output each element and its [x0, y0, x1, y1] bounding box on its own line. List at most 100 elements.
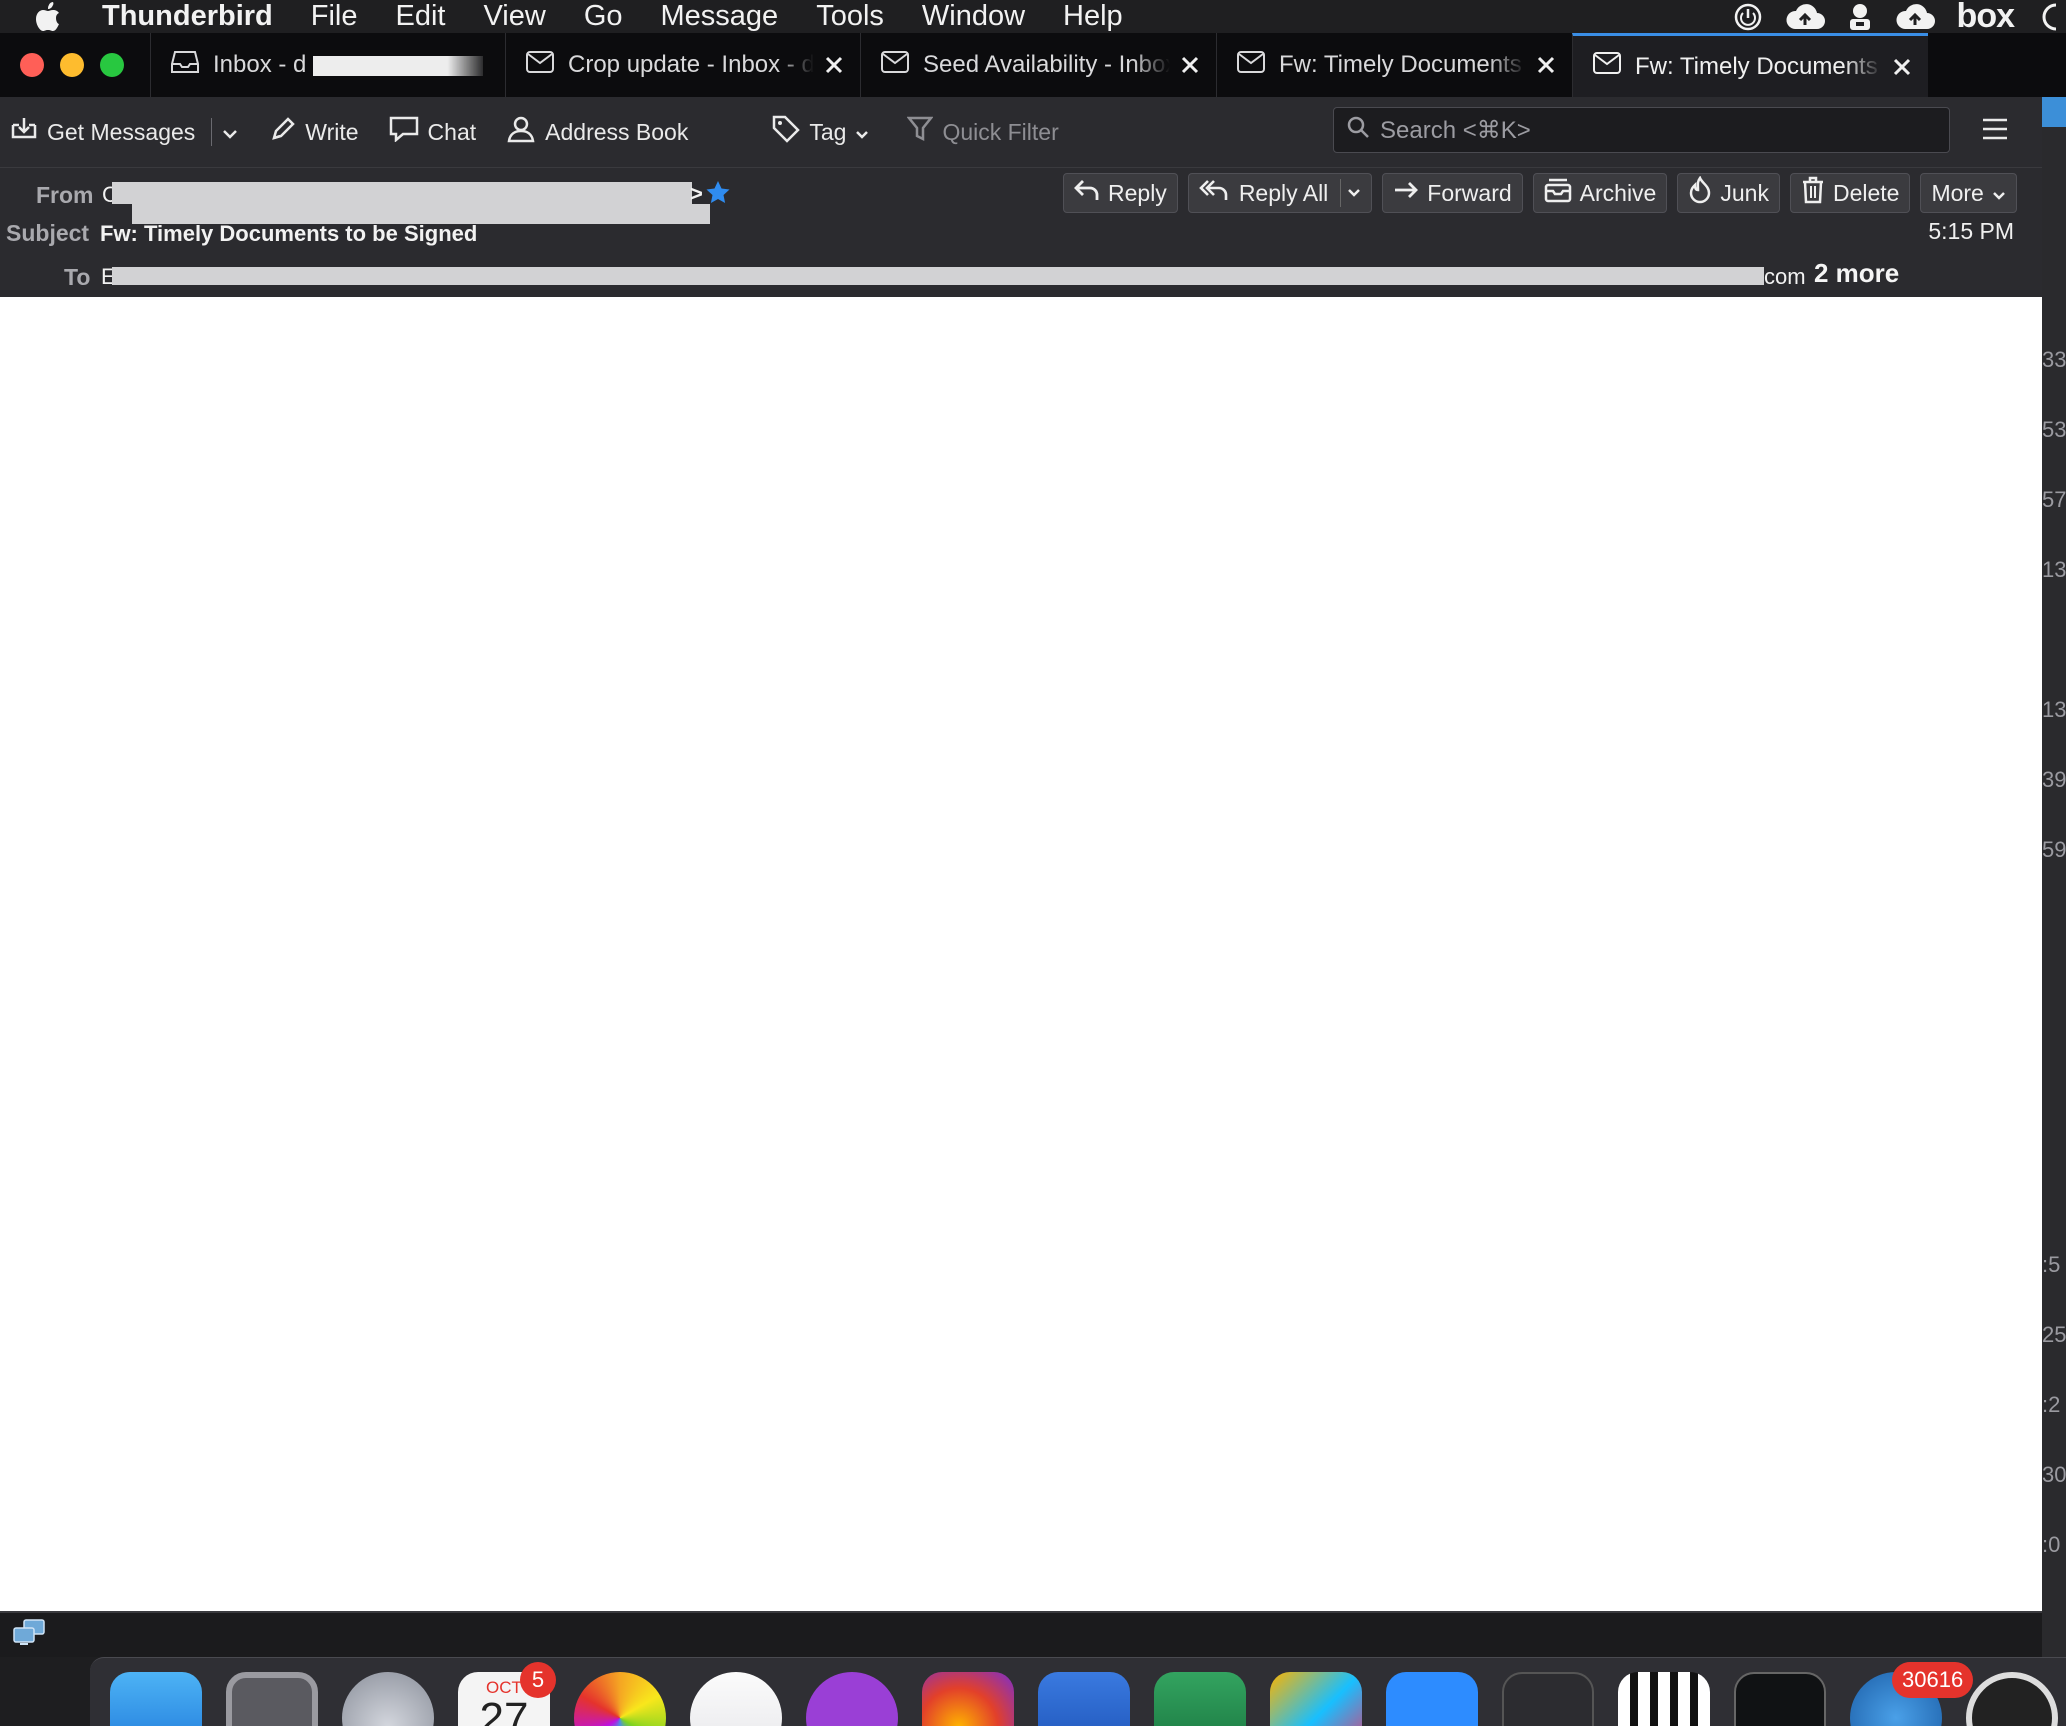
background-fragment: :5	[2042, 1252, 2061, 1277]
tab-timely-documents-1[interactable]: Fw: Timely Documents	[1216, 33, 1572, 97]
menu-tools[interactable]: Tools	[816, 0, 884, 33]
background-fragment: 25	[2042, 1322, 2066, 1347]
more-label: More	[1931, 179, 1984, 206]
background-fragment: 33	[2042, 347, 2066, 372]
firefox-icon[interactable]	[922, 1672, 1014, 1726]
delete-label: Delete	[1832, 179, 1900, 206]
to-suffix: com	[1764, 264, 1806, 289]
menu-app-name[interactable]: Thunderbird	[102, 0, 273, 33]
menubar-status-area: box	[1733, 0, 2066, 36]
reply-all-button[interactable]: Reply All	[1187, 173, 1373, 213]
cloud-upload-2-icon[interactable]	[1895, 3, 1935, 31]
box-logo[interactable]: box	[1957, 0, 2015, 36]
chat-button[interactable]: Chat	[377, 110, 489, 154]
quick-filter-button[interactable]: Quick Filter	[895, 110, 1070, 154]
subject-label: Subject	[6, 220, 90, 246]
menu-file[interactable]: File	[311, 0, 358, 33]
close-window-button[interactable]	[20, 53, 44, 77]
partial-status-icon[interactable]	[2036, 2, 2056, 32]
power-app-icon[interactable]	[1966, 1672, 2058, 1726]
music-icon[interactable]	[690, 1672, 782, 1726]
subject-value: Fw: Timely Documents to be Signed	[100, 221, 478, 246]
reply-button[interactable]: Reply	[1063, 173, 1178, 213]
launchpad-icon[interactable]	[342, 1672, 434, 1726]
chat-bubble-icon	[389, 116, 419, 148]
archive-button[interactable]: Archive	[1532, 173, 1668, 213]
junk-button[interactable]: Junk	[1677, 173, 1780, 213]
power-icon[interactable]	[1733, 2, 1763, 32]
excel-icon[interactable]	[1154, 1672, 1246, 1726]
calendar-day: 27	[479, 1694, 529, 1726]
forward-arrow-icon	[1393, 179, 1419, 207]
background-fragment: 30	[2042, 1462, 2066, 1487]
menu-view[interactable]: View	[483, 0, 545, 33]
activity-monitor-icon[interactable]	[1734, 1672, 1826, 1726]
background-fragment: 39	[2042, 767, 2066, 792]
cloud-upload-icon[interactable]	[1785, 3, 1825, 31]
address-book-button[interactable]: Address Book	[494, 110, 700, 154]
from-label: From	[36, 182, 94, 208]
redacted-sender-overflow	[132, 204, 710, 224]
activity-graph-icon[interactable]	[1502, 1672, 1594, 1726]
menu-message[interactable]: Message	[661, 0, 779, 33]
lock-person-icon[interactable]	[1847, 2, 1873, 32]
tab-timely-documents-active[interactable]: Fw: Timely Documents	[1572, 33, 1928, 97]
close-icon[interactable]	[1180, 55, 1200, 75]
tag-button[interactable]: Tag	[760, 110, 881, 154]
zoom-icon[interactable]	[1386, 1672, 1478, 1726]
finder-icon[interactable]	[110, 1672, 202, 1726]
close-icon[interactable]	[1536, 55, 1556, 75]
search-icon	[1346, 115, 1370, 146]
get-messages-button[interactable]: Get Messages	[0, 110, 207, 154]
background-fragment: 13	[2042, 697, 2066, 722]
get-messages-dropdown[interactable]	[216, 110, 244, 154]
tag-icon	[772, 115, 801, 149]
word-icon[interactable]	[1038, 1672, 1130, 1726]
apple-icon[interactable]	[18, 1, 78, 32]
online-status-icon[interactable]	[12, 1618, 46, 1653]
main-toolbar: Get Messages Write Chat Address Book Tag	[0, 97, 2042, 167]
background-fragment: 53	[2042, 417, 2066, 442]
reply-arrow-icon	[1074, 178, 1100, 208]
message-body[interactable]	[0, 297, 2042, 1611]
message-header: From C > Subject Fw: Timely Documents to…	[0, 167, 2042, 297]
airtable-icon[interactable]	[1270, 1672, 1362, 1726]
message-actions: Reply Reply All Forward Archive Junk Del…	[1063, 173, 2017, 213]
zoom-window-button[interactable]	[100, 53, 124, 77]
search-input[interactable]: Search <⌘K>	[1333, 107, 1950, 153]
system-preferences-icon[interactable]	[226, 1672, 318, 1726]
photos-icon[interactable]	[574, 1672, 666, 1726]
close-icon[interactable]	[824, 55, 844, 75]
menu-help[interactable]: Help	[1063, 0, 1123, 33]
qr-code-icon[interactable]	[1618, 1672, 1710, 1726]
reply-all-arrow-icon	[1198, 178, 1231, 208]
background-fragment: 57	[2042, 487, 2066, 512]
minimize-window-button[interactable]	[60, 53, 84, 77]
menu-edit[interactable]: Edit	[396, 0, 446, 33]
menu-window[interactable]: Window	[922, 0, 1025, 33]
quick-filter-label: Quick Filter	[942, 118, 1059, 145]
delete-button[interactable]: Delete	[1789, 173, 1911, 213]
close-icon[interactable]	[1892, 57, 1912, 77]
get-messages-label: Get Messages	[47, 118, 196, 145]
tab-inbox[interactable]: Inbox - d	[150, 33, 505, 97]
app-menu-icon[interactable]	[1982, 117, 2008, 141]
menu-go[interactable]: Go	[584, 0, 623, 33]
tab-seed-availability[interactable]: Seed Availability - Inbox	[860, 33, 1216, 97]
podcasts-icon[interactable]	[806, 1672, 898, 1726]
write-button[interactable]: Write	[258, 110, 370, 154]
background-window-strip: 33 53 57 13 13 39 59 :5 25 :2 30 :0	[2042, 97, 2066, 1657]
background-fragment: 59	[2042, 837, 2066, 862]
reply-label: Reply	[1108, 179, 1167, 206]
dock: OCT 27 5 30616	[90, 1657, 2066, 1726]
background-fragment: :2	[2042, 1392, 2061, 1417]
tab-crop-update[interactable]: Crop update - Inbox - d	[505, 33, 860, 97]
more-button[interactable]: More	[1920, 173, 2017, 213]
tab-inbox-label: Inbox - d	[213, 51, 489, 79]
more-recipients-link[interactable]: 2 more	[1814, 258, 1899, 289]
chevron-down-icon[interactable]	[1340, 179, 1361, 207]
forward-button[interactable]: Forward	[1382, 173, 1523, 213]
status-bar	[0, 1611, 2042, 1657]
background-fragment: 13	[2042, 557, 2066, 582]
background-fragment: :0	[2042, 1532, 2061, 1557]
